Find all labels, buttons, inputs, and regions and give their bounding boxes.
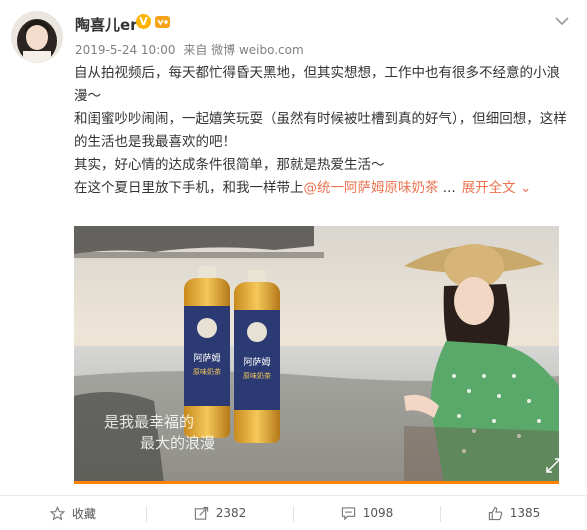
video-frame: 阿萨姆 原味奶茶 阿萨姆 原味奶茶 是我最幸福的 最大的浪漫 [74, 226, 559, 483]
post-text-line: 在这个夏日里放下手机，和我一样带上@统一阿萨姆原味奶茶 ... 展开全文 ⌄ [74, 177, 569, 200]
post-timestamp[interactable]: 2019-5-24 10:00 [75, 43, 176, 57]
thumbs-up-icon [488, 506, 502, 520]
bottle-label-text: 阿萨姆 [193, 352, 220, 364]
bottle-label-text: 阿萨姆 [243, 356, 270, 368]
expand-full-text-link[interactable]: 展开全文 ⌄ [462, 180, 532, 196]
video-progress-bar[interactable] [74, 481, 559, 484]
star-icon [49, 505, 65, 520]
video-subtitle-line-1: 是我最幸福的 [104, 413, 194, 431]
video-player[interactable]: 阿萨姆 原味奶茶 阿萨姆 原味奶茶 是我最幸福的 最大的浪漫 [74, 226, 559, 483]
post-text-last-line: 在这个夏日里放下手机，和我一样带上 [74, 180, 304, 196]
repost-icon [194, 506, 208, 520]
ellipsis: ... [438, 180, 456, 196]
post-menu-chevron-icon[interactable] [555, 14, 569, 30]
fullscreen-icon[interactable] [546, 458, 561, 473]
weibo-post-card: 陶喜儿er V 2019-5-24 10:00 来自 微博 weibo.com … [0, 0, 587, 530]
bottle-right: 阿萨姆 原味奶茶 [234, 270, 280, 443]
repost-count: 2382 [215, 506, 247, 520]
author-avatar[interactable] [11, 11, 63, 63]
like-count: 1385 [509, 506, 541, 520]
comment-count: 1098 [362, 506, 394, 520]
like-button[interactable]: 1385 [441, 496, 587, 530]
vip-member-icon [155, 16, 170, 28]
post-text-line: 和闺蜜吵吵闹闹，一起嬉笑玩耍（虽然有时候被吐槽到真的好气），但细回想，这样的生活… [74, 111, 567, 150]
post-text-line: 其实，好心情的达成条件很简单，那就是热爱生活～ [74, 157, 385, 173]
author-name[interactable]: 陶喜儿er [75, 14, 138, 35]
post-source: 来自 微博 weibo.com [183, 43, 304, 57]
video-subtitle-line-2: 最大的浪漫 [140, 434, 215, 452]
repost-button[interactable]: 2382 [147, 496, 293, 530]
comment-button[interactable]: 1098 [294, 496, 440, 530]
post-text: 自从拍视频后，每天都忙得昏天黑地，但其实想想，工作中也有很多不经意的小浪漫～ 和… [74, 62, 569, 200]
favorite-button[interactable]: 收藏 [0, 496, 146, 530]
post-meta: 2019-5-24 10:00 来自 微博 weibo.com [75, 41, 304, 58]
mention-link[interactable]: @统一阿萨姆原味奶茶 [304, 180, 439, 196]
comment-icon [341, 506, 355, 520]
verified-badge-icon: V [136, 14, 151, 29]
bottle-sub-text: 原味奶茶 [243, 371, 271, 380]
post-text-line: 自从拍视频后，每天都忙得昏天黑地，但其实想想，工作中也有很多不经意的小浪漫～ [74, 65, 560, 104]
bottle-sub-text: 原味奶茶 [193, 367, 221, 376]
favorite-label: 收藏 [71, 506, 96, 521]
